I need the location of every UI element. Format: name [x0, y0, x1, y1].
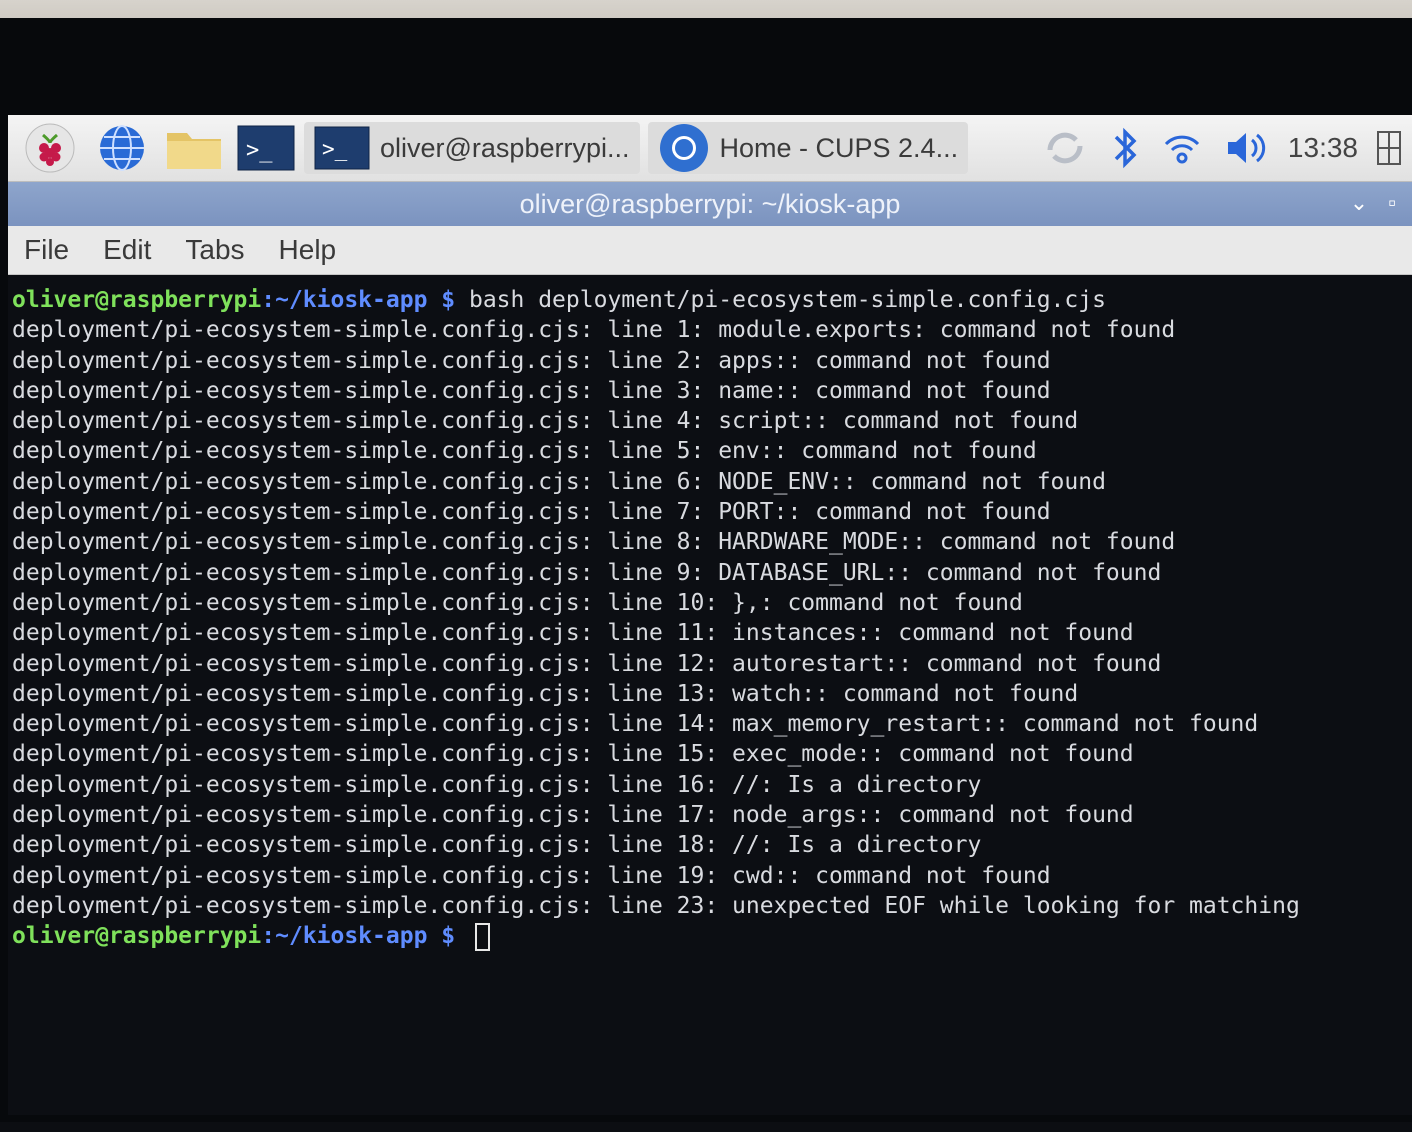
menu-file[interactable]: File: [24, 234, 69, 266]
taskbar-terminal-label: oliver@raspberrypi...: [380, 132, 630, 163]
terminal-active-prompt[interactable]: oliver@raspberrypi:~/kiosk-app $: [12, 921, 1412, 951]
system-tray: 13:38: [1040, 125, 1412, 171]
entered-command: bash deployment/pi-ecosystem-simple.conf…: [468, 287, 1106, 313]
chromium-icon: [659, 124, 708, 172]
prompt-path: :~/kiosk-app: [261, 923, 428, 950]
svg-text:>_: >_: [246, 138, 273, 163]
window-title: oliver@raspberrypi: ~/kiosk-app: [519, 188, 901, 219]
prompt-user: oliver@raspberrypi: [12, 287, 262, 313]
minimize-chevron-icon[interactable]: ⌄: [1350, 190, 1368, 216]
terminal-output-line: deployment/pi-ecosystem-simple.config.cj…: [12, 529, 1176, 556]
taskbar-clock[interactable]: 13:38: [1288, 132, 1358, 164]
terminal-output-line: deployment/pi-ecosystem-simple.config.cj…: [12, 771, 982, 798]
terminal-output-line: deployment/pi-ecosystem-simple.config.cj…: [12, 559, 1162, 586]
terminal-output-line: deployment/pi-ecosystem-simple.config.cj…: [12, 862, 1051, 889]
menu-edit[interactable]: Edit: [103, 234, 151, 266]
menu-tabs[interactable]: Tabs: [185, 234, 244, 266]
terminal-icon: >_: [314, 126, 370, 170]
terminal-output-line: deployment/pi-ecosystem-simple.config.cj…: [12, 347, 1051, 374]
terminal-output-line: deployment/pi-ecosystem-simple.config.cj…: [12, 438, 1037, 465]
terminal-output-line: deployment/pi-ecosystem-simple.config.cj…: [12, 741, 1134, 768]
terminal-window-titlebar[interactable]: oliver@raspberrypi: ~/kiosk-app ⌄ ▫: [8, 182, 1412, 226]
text-cursor: [474, 922, 490, 951]
taskbar: >_ >_ oliver@raspberrypi... Home - CUPS …: [8, 115, 1412, 182]
bluetooth-icon[interactable]: [1108, 125, 1142, 171]
maximize-icon[interactable]: ▫: [1388, 190, 1396, 216]
terminal-output-line: deployment/pi-ecosystem-simple.config.cj…: [12, 408, 1079, 435]
terminal-output-line: deployment/pi-ecosystem-simple.config.cj…: [12, 468, 1106, 495]
terminal-output-line: deployment/pi-ecosystem-simple.config.cj…: [12, 832, 982, 859]
terminal-output-line: deployment/pi-ecosystem-simple.config.cj…: [12, 377, 1051, 404]
terminal-launcher-icon[interactable]: >_: [236, 122, 296, 174]
desktop-screen: >_ >_ oliver@raspberrypi... Home - CUPS …: [8, 115, 1412, 1115]
terminal-command-line: oliver@raspberrypi:~/kiosk-app $ bash de…: [12, 285, 1412, 315]
taskbar-terminal-task[interactable]: >_ oliver@raspberrypi...: [304, 122, 640, 174]
terminal-output-line: deployment/pi-ecosystem-simple.config.cj…: [12, 892, 1300, 919]
raspberry-menu-icon[interactable]: [20, 122, 80, 174]
terminal-output-line: deployment/pi-ecosystem-simple.config.cj…: [12, 589, 1023, 616]
taskbar-browser-label: Home - CUPS 2.4...: [719, 132, 959, 163]
terminal-output-line: deployment/pi-ecosystem-simple.config.cj…: [12, 802, 1134, 829]
terminal-output-line: deployment/pi-ecosystem-simple.config.cj…: [12, 711, 1259, 738]
prompt-user: oliver@raspberrypi: [12, 923, 262, 950]
terminal-output-line: deployment/pi-ecosystem-simple.config.cj…: [12, 680, 1079, 707]
taskbar-browser-task[interactable]: Home - CUPS 2.4...: [647, 122, 969, 174]
menu-help[interactable]: Help: [279, 234, 337, 266]
prompt-path: :~/kiosk-app: [261, 287, 428, 313]
panel-grid-icon[interactable]: [1376, 126, 1402, 170]
prompt-symbol: $: [427, 287, 469, 313]
terminal-output-line: deployment/pi-ecosystem-simple.config.cj…: [12, 650, 1162, 677]
prompt-symbol: $: [427, 923, 469, 950]
terminal-output-line: deployment/pi-ecosystem-simple.config.cj…: [12, 620, 1134, 647]
terminal-output-area[interactable]: oliver@raspberrypi:~/kiosk-app $ bash de…: [8, 275, 1412, 1115]
web-browser-globe-icon[interactable]: [92, 122, 152, 174]
file-manager-folder-icon[interactable]: [164, 122, 224, 174]
terminal-menubar: File Edit Tabs Help: [8, 226, 1412, 275]
svg-text:>_: >_: [322, 137, 348, 161]
volume-icon[interactable]: [1222, 126, 1270, 170]
wifi-icon[interactable]: [1160, 126, 1204, 170]
terminal-output-line: deployment/pi-ecosystem-simple.config.cj…: [12, 317, 1176, 344]
terminal-output-line: deployment/pi-ecosystem-simple.config.cj…: [12, 499, 1051, 526]
update-sync-icon[interactable]: [1040, 126, 1090, 170]
